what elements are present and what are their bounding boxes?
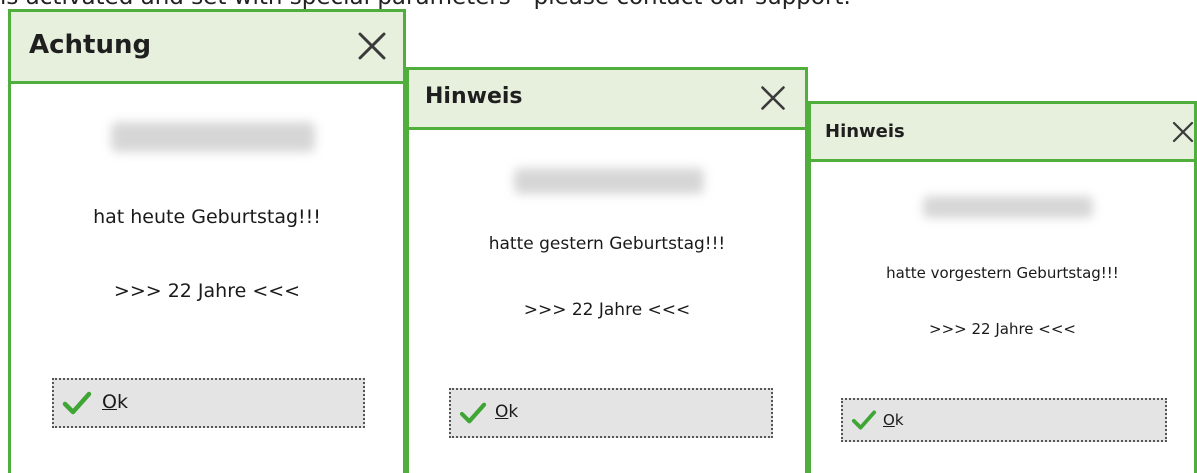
close-icon[interactable] (759, 84, 787, 112)
ok-button-label: Ok (495, 402, 519, 422)
close-icon[interactable] (356, 30, 388, 62)
dialog-title: Hinweis (425, 84, 523, 109)
blurred-customer-name (111, 122, 315, 152)
ok-button-label: Ok (102, 391, 128, 413)
birthday-message: hatte vorgestern Geburtstag!!! (886, 264, 1119, 282)
dialog-titlebar: Achtung (11, 12, 403, 84)
blurred-customer-name (923, 196, 1093, 218)
ok-button[interactable]: Ok (841, 398, 1167, 442)
ok-button[interactable]: Ok (52, 378, 365, 428)
blurred-customer-name (514, 168, 704, 194)
birthday-message: hat heute Geburtstag!!! (93, 206, 321, 228)
close-icon[interactable] (1171, 120, 1194, 144)
birthday-dialog-day-before-yesterday: Hinweis hatte vorgestern Geburtstag!!! >… (808, 101, 1197, 473)
ok-button-label: Ok (883, 411, 904, 429)
age-text: >>> 22 Jahre <<< (929, 320, 1076, 338)
dialog-title: Achtung (29, 30, 152, 60)
check-icon (62, 390, 92, 416)
dialog-titlebar: Hinweis (811, 104, 1194, 162)
dialog-titlebar: Hinweis (409, 70, 805, 130)
birthday-dialog-today: Achtung hat heute Geburtstag!!! >>> 22 J… (8, 9, 406, 473)
age-text: >>> 22 Jahre <<< (113, 280, 301, 302)
check-icon (459, 401, 487, 425)
dialog-title: Hinweis (825, 121, 905, 142)
age-text: >>> 22 Jahre <<< (523, 300, 691, 320)
check-icon (851, 409, 877, 431)
ok-button[interactable]: Ok (449, 388, 773, 438)
birthday-message: hatte gestern Geburtstag!!! (488, 234, 726, 254)
birthday-dialog-yesterday: Hinweis hatte gestern Geburtstag!!! >>> … (406, 67, 808, 473)
